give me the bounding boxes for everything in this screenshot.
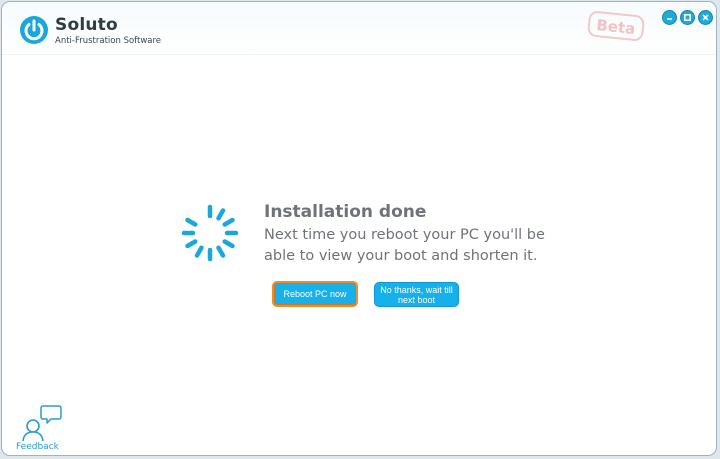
status-message: Next time you reboot your PC you'll be a… xyxy=(264,227,545,264)
close-button[interactable] xyxy=(698,10,713,25)
maximize-icon xyxy=(684,14,691,21)
maximize-button[interactable] xyxy=(680,10,695,25)
feedback-label: Feedback xyxy=(16,442,59,452)
app-tagline: Anti-Frustration Software xyxy=(55,36,162,46)
close-icon xyxy=(702,14,709,21)
feedback-button[interactable]: Feedback xyxy=(14,404,64,454)
reboot-now-button[interactable]: Reboot PC now xyxy=(272,281,358,307)
window-controls xyxy=(662,10,713,26)
feedback-person-bubble-icon xyxy=(22,405,62,442)
wait-next-boot-button[interactable]: No thanks, wait till next boot xyxy=(374,282,459,307)
app-window: Soluto Anti-Frustration Software Beta In… xyxy=(1,1,717,456)
power-icon xyxy=(20,16,48,44)
status-title: Installation done xyxy=(264,202,427,222)
title-bar[interactable]: Soluto Anti-Frustration Software Beta xyxy=(2,2,716,55)
beta-badge: Beta xyxy=(586,10,646,42)
app-name: Soluto xyxy=(55,15,118,35)
loading-spinner-icon xyxy=(181,204,239,262)
minimize-icon xyxy=(667,18,672,20)
minimize-button[interactable] xyxy=(662,10,677,25)
